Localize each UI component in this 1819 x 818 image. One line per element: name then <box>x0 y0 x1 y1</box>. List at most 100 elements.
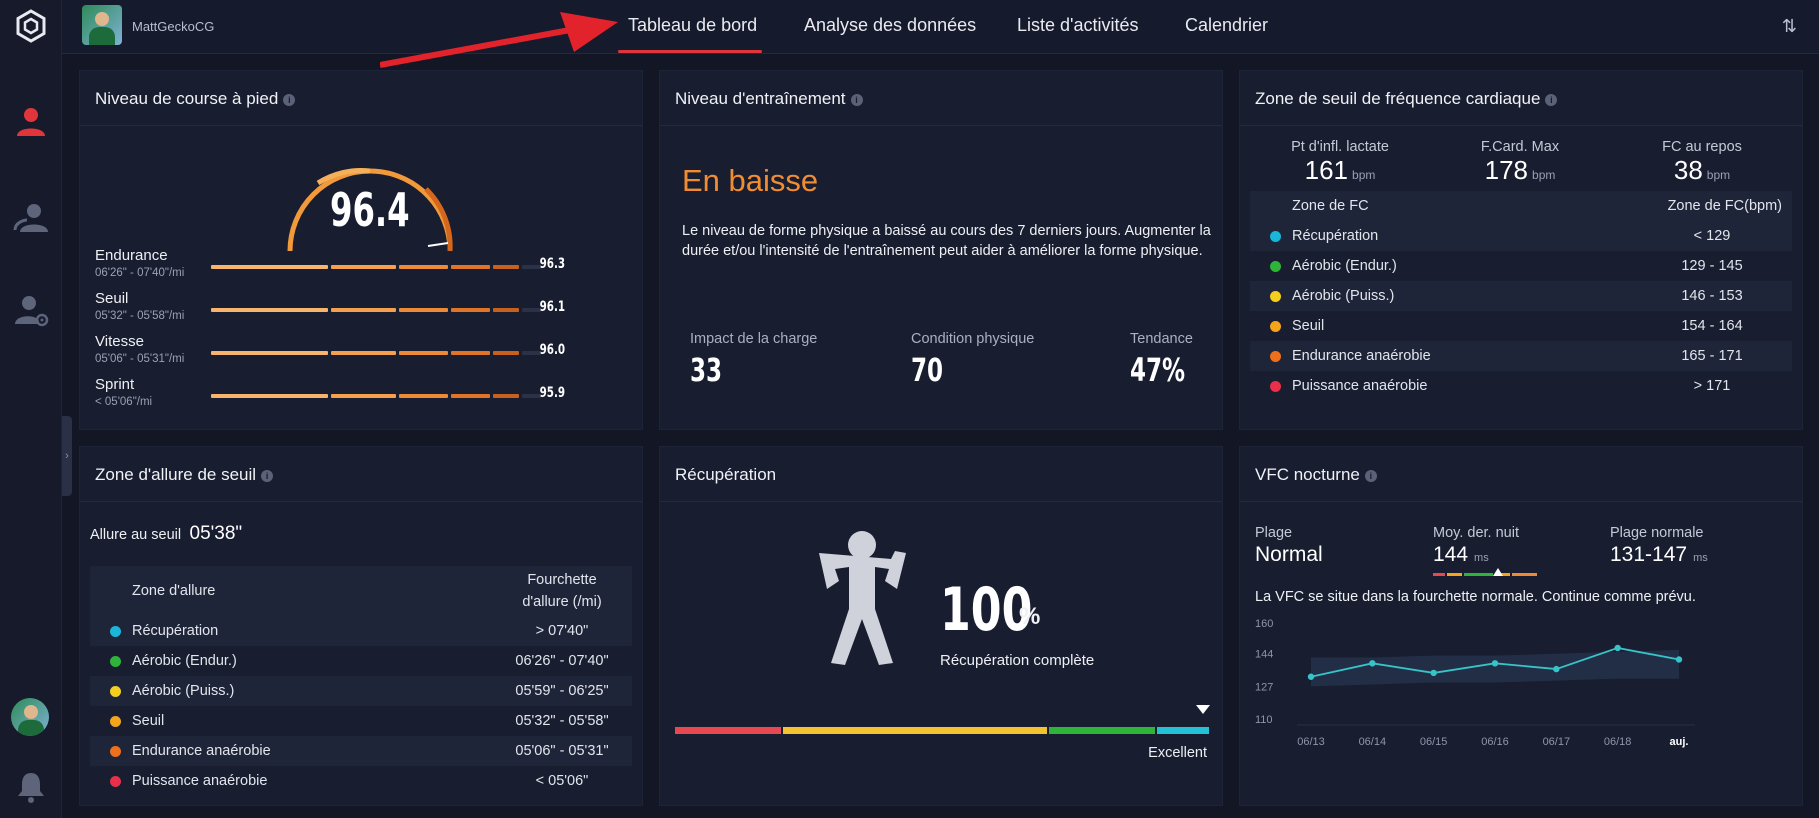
hr-lactate: Pt d'infl. lactate 161 bpm <box>1270 139 1410 186</box>
user-settings-icon[interactable] <box>13 292 49 328</box>
x-tick-label: 06/18 <box>1604 736 1632 748</box>
bell-icon[interactable] <box>13 769 49 805</box>
zone-color-dot <box>110 655 121 667</box>
hr-zone-card: Zone de seuil de fréquence cardiaque i Pt… <box>1239 70 1803 430</box>
username[interactable]: MattGeckoCG <box>132 19 214 34</box>
table-row: Endurance anaérobie 05'06" - 05'31" <box>90 736 632 766</box>
hr-unit: bpm <box>1532 168 1556 182</box>
x-tick-label: 06/14 <box>1359 736 1387 748</box>
zone-name: Aérobic (Puiss.) <box>132 683 235 699</box>
zone-name: Récupération <box>1292 228 1379 244</box>
zone-range: < 129 <box>1693 228 1731 244</box>
info-icon[interactable]: i <box>283 94 296 106</box>
stat-value: 47% <box>1130 351 1186 389</box>
sort-icon[interactable]: ⇅ <box>1782 16 1797 37</box>
hr-zone-table: Zone de FC Zone de FC(bpm) Récupération <… <box>1250 191 1792 401</box>
hr-value: 178 <box>1484 155 1529 185</box>
table-row: Récupération > 07'40" <box>90 616 632 646</box>
card-title: VFC nocturne <box>1255 465 1360 484</box>
tab-calendar[interactable]: Calendrier <box>1185 15 1268 36</box>
run-row-endurance: Endurance 06'26" - 07'40"/mi 96.3 <box>95 247 565 287</box>
card-title: Zone d'allure de seuil <box>95 465 257 484</box>
hrv-message: La VFC se situe dans la fourchette norma… <box>1255 589 1696 605</box>
run-row-bar <box>211 308 541 312</box>
threshold-label: Allure au seuil <box>90 527 182 543</box>
hrv-data-point <box>1614 644 1621 652</box>
card-title: Récupération <box>675 465 777 484</box>
zone-name: Aérobic (Endur.) <box>132 653 237 669</box>
hrv-value: Normal <box>1255 543 1323 566</box>
threshold-value: 05'38" <box>189 523 243 544</box>
recovery-label: Récupération complète <box>940 652 1095 669</box>
zone-color-dot <box>110 625 121 637</box>
info-icon[interactable]: i <box>1364 470 1377 482</box>
info-icon[interactable]: i <box>1545 94 1558 106</box>
run-row-sprint: Sprint < 05'06"/mi 95.9 <box>95 376 565 416</box>
run-row-vitesse: Vitesse 05'06" - 05'31"/mi 96.0 <box>95 333 565 373</box>
run-row-bar <box>211 394 541 398</box>
run-row-value: 96.0 <box>539 342 565 358</box>
running-level-score: 96.4 <box>330 183 410 237</box>
hrv-data-point <box>1491 660 1499 667</box>
app-logo-icon[interactable] <box>15 9 47 43</box>
stat-trend: Tendance 47% <box>1130 331 1199 389</box>
x-tick-label: 06/13 <box>1297 736 1325 748</box>
hrv-average-indicator <box>1433 568 1537 580</box>
hr-value: 161 <box>1304 155 1349 185</box>
column-header-line: d'allure (/mi) <box>522 594 602 610</box>
table-row: Puissance anaérobie > 171 <box>1250 371 1792 401</box>
run-row-value: 96.3 <box>539 256 565 272</box>
hr-label: F.Card. Max <box>1480 139 1560 155</box>
hrv-unit: ms <box>1693 552 1708 564</box>
hrv-label: Plage normale <box>1610 525 1704 541</box>
hrv-data-point <box>1430 669 1437 677</box>
zone-range: 05'32" - 05'58" <box>515 713 609 729</box>
zone-name: Aérobic (Puiss.) <box>1292 288 1395 304</box>
zone-name: Endurance anaérobie <box>1292 348 1431 364</box>
tab-data-analysis[interactable]: Analyse des données <box>804 15 976 36</box>
info-icon[interactable]: i <box>850 94 863 106</box>
card-title: Niveau de course à pied <box>95 89 279 108</box>
stat-label: Impact de la charge <box>690 331 818 347</box>
profile-icon[interactable] <box>13 104 49 140</box>
hrv-data-point <box>1307 673 1315 680</box>
training-description: Le niveau de forme physique a baissé au … <box>682 223 1211 259</box>
run-row-value: 96.1 <box>539 299 565 315</box>
hrv-card: VFC nocturne i Plage Normal Moy. der. nui… <box>1239 446 1803 806</box>
hr-unit: bpm <box>1706 168 1731 182</box>
hrv-normal-range: Plage normale 131-147 ms <box>1610 525 1708 567</box>
table-header: Zone d'allure Fourchette d'allure (/mi) <box>90 566 632 616</box>
zone-name: Seuil <box>1292 318 1325 334</box>
hrv-label: Moy. der. nuit <box>1433 525 1519 541</box>
run-row-label: Seuil <box>95 290 129 307</box>
zone-color-dot <box>110 745 121 757</box>
zone-range: > 07'40" <box>535 623 589 639</box>
zone-color-dot <box>1270 230 1281 242</box>
run-row-pace: 05'06" - 05'31"/mi <box>95 353 185 365</box>
zone-range: 05'06" - 05'31" <box>515 743 609 759</box>
user-avatar[interactable] <box>82 5 122 45</box>
card-title: Zone de seuil de fréquence cardiaque <box>1255 89 1541 108</box>
zone-name: Puissance anaérobie <box>132 773 268 789</box>
zone-name: Récupération <box>132 623 219 639</box>
column-header-line: Fourchette <box>527 572 597 588</box>
zone-range: 154 - 164 <box>1681 318 1743 334</box>
stat-value: 33 <box>690 351 723 389</box>
tab-dashboard[interactable]: Tableau de bord <box>628 15 757 36</box>
pace-zone-table: Zone d'allure Fourchette d'allure (/mi) R… <box>90 566 632 796</box>
pace-zone-card: Zone d'allure de seuil i Allure au seuil … <box>79 446 643 806</box>
sidebar <box>0 0 62 818</box>
column-header: Zone d'allure <box>132 583 216 599</box>
run-row-bar <box>211 265 541 269</box>
info-icon[interactable]: i <box>261 470 274 482</box>
zone-color-dot <box>110 685 121 697</box>
avatar[interactable] <box>11 698 49 736</box>
running-level-card: Niveau de course à pied i 96.4 Endurance … <box>79 70 643 430</box>
recovery-marker <box>1196 705 1210 714</box>
zone-range: 165 - 171 <box>1681 348 1743 364</box>
hrv-data-point <box>1369 660 1376 667</box>
tab-activity-list[interactable]: Liste d'activités <box>1017 15 1139 36</box>
hr-rest: FC au repos 38 bpm <box>1632 139 1772 186</box>
friends-icon[interactable] <box>13 200 49 236</box>
sidebar-collapse-handle[interactable]: › <box>62 416 72 496</box>
